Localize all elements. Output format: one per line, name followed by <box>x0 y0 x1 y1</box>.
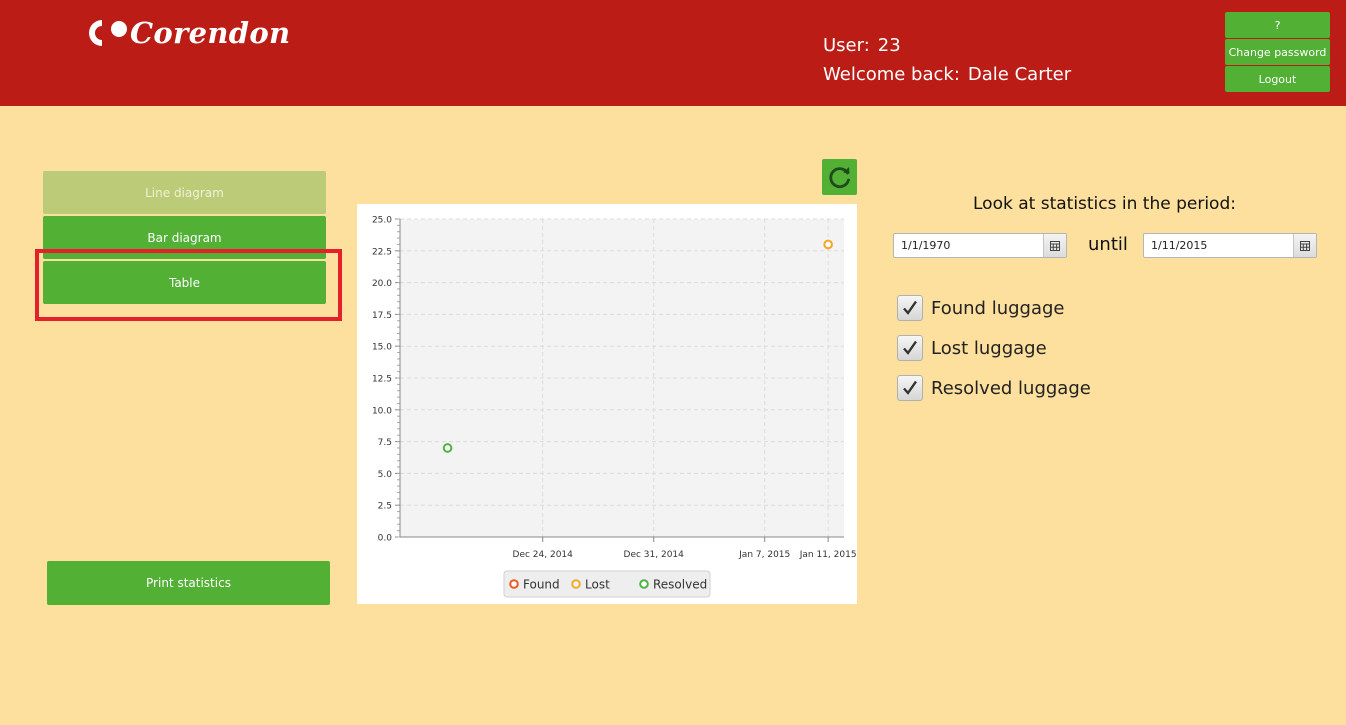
data-point-resolved <box>442 443 453 453</box>
legend-marker-lost <box>571 579 581 589</box>
resolved-luggage-label: Resolved luggage <box>931 377 1091 399</box>
calendar-icon[interactable] <box>1293 234 1316 257</box>
x-tick-label: Jan 11, 2015 <box>799 550 857 560</box>
checkmark-icon[interactable] <box>897 295 923 321</box>
calendar-icon[interactable] <box>1043 234 1066 257</box>
welcome-info: Welcome back: Dale Carter <box>823 64 1071 85</box>
y-tick-label: 25.0 <box>372 216 392 226</box>
period-label: Look at statistics in the period: <box>973 194 1236 214</box>
y-tick-label: 10.0 <box>372 406 392 416</box>
to-date-picker[interactable] <box>1143 233 1317 258</box>
x-tick-label: Jan 7, 2015 <box>738 550 790 560</box>
change-password-button[interactable]: Change password <box>1225 39 1330 65</box>
found-luggage-label: Found luggage <box>931 297 1065 319</box>
y-tick-label: 7.5 <box>378 438 392 448</box>
refresh-icon <box>828 167 850 189</box>
lost-luggage-label: Lost luggage <box>931 337 1047 359</box>
y-tick-label: 2.5 <box>378 502 392 512</box>
table-button-highlight <box>35 249 342 321</box>
y-tick-label: 22.5 <box>372 247 392 257</box>
legend-marker-found <box>509 579 519 589</box>
user-label: User: <box>823 35 870 56</box>
user-info: User: 23 <box>823 35 901 56</box>
legend-label-found: Found <box>523 578 560 592</box>
line-diagram-button[interactable]: Line diagram <box>43 171 326 214</box>
help-button[interactable]: ? <box>1225 12 1330 38</box>
refresh-button[interactable] <box>822 159 857 195</box>
checkmark-icon[interactable] <box>897 375 923 401</box>
corendon-logo-mark-icon <box>84 18 128 48</box>
y-tick-label: 15.0 <box>372 343 392 353</box>
legend-marker-resolved <box>639 579 649 589</box>
logout-button[interactable]: Logout <box>1225 66 1330 92</box>
welcome-user-name: Dale Carter <box>967 64 1072 85</box>
to-date-input[interactable] <box>1144 234 1293 257</box>
checkmark-icon[interactable] <box>897 335 923 361</box>
from-date-picker[interactable] <box>893 233 1067 258</box>
app-header: Corendon User: 23 Welcome back: Dale Carte… <box>0 0 1346 106</box>
corendon-logo: Corendon <box>84 15 290 51</box>
y-tick-label: 20.0 <box>372 279 392 289</box>
legend-label-lost: Lost <box>585 578 610 592</box>
welcome-label: Welcome back: <box>823 64 960 85</box>
y-tick-label: 5.0 <box>378 470 393 480</box>
from-date-input[interactable] <box>894 234 1043 257</box>
legend-label-resolved: Resolved <box>653 578 707 592</box>
user-value: 23 <box>877 35 901 56</box>
found-luggage-checkbox[interactable]: Found luggage <box>897 295 1064 321</box>
x-tick-label: Dec 24, 2014 <box>513 550 574 560</box>
until-label: until <box>1088 234 1128 255</box>
print-statistics-button[interactable]: Print statistics <box>47 561 330 605</box>
logo-text: Corendon <box>130 16 291 50</box>
y-tick-label: 12.5 <box>372 375 392 385</box>
chart-svg: 0.0 2.5 5.0 7.5 10.0 12.5 15.0 17.5 20.0 22.5 25.0… <box>372 216 857 598</box>
data-point-lost <box>823 239 833 250</box>
y-tick-label: 17.5 <box>372 311 392 321</box>
resolved-luggage-checkbox[interactable]: Resolved luggage <box>897 375 1091 401</box>
lost-luggage-checkbox[interactable]: Lost luggage <box>897 335 1047 361</box>
statistics-chart: 0.0 2.5 5.0 7.5 10.0 12.5 15.0 17.5 20.0 22.5 25.0… <box>357 204 857 604</box>
x-tick-label: Dec 31, 2014 <box>624 550 685 560</box>
y-tick-label: 0.0 <box>378 534 393 544</box>
